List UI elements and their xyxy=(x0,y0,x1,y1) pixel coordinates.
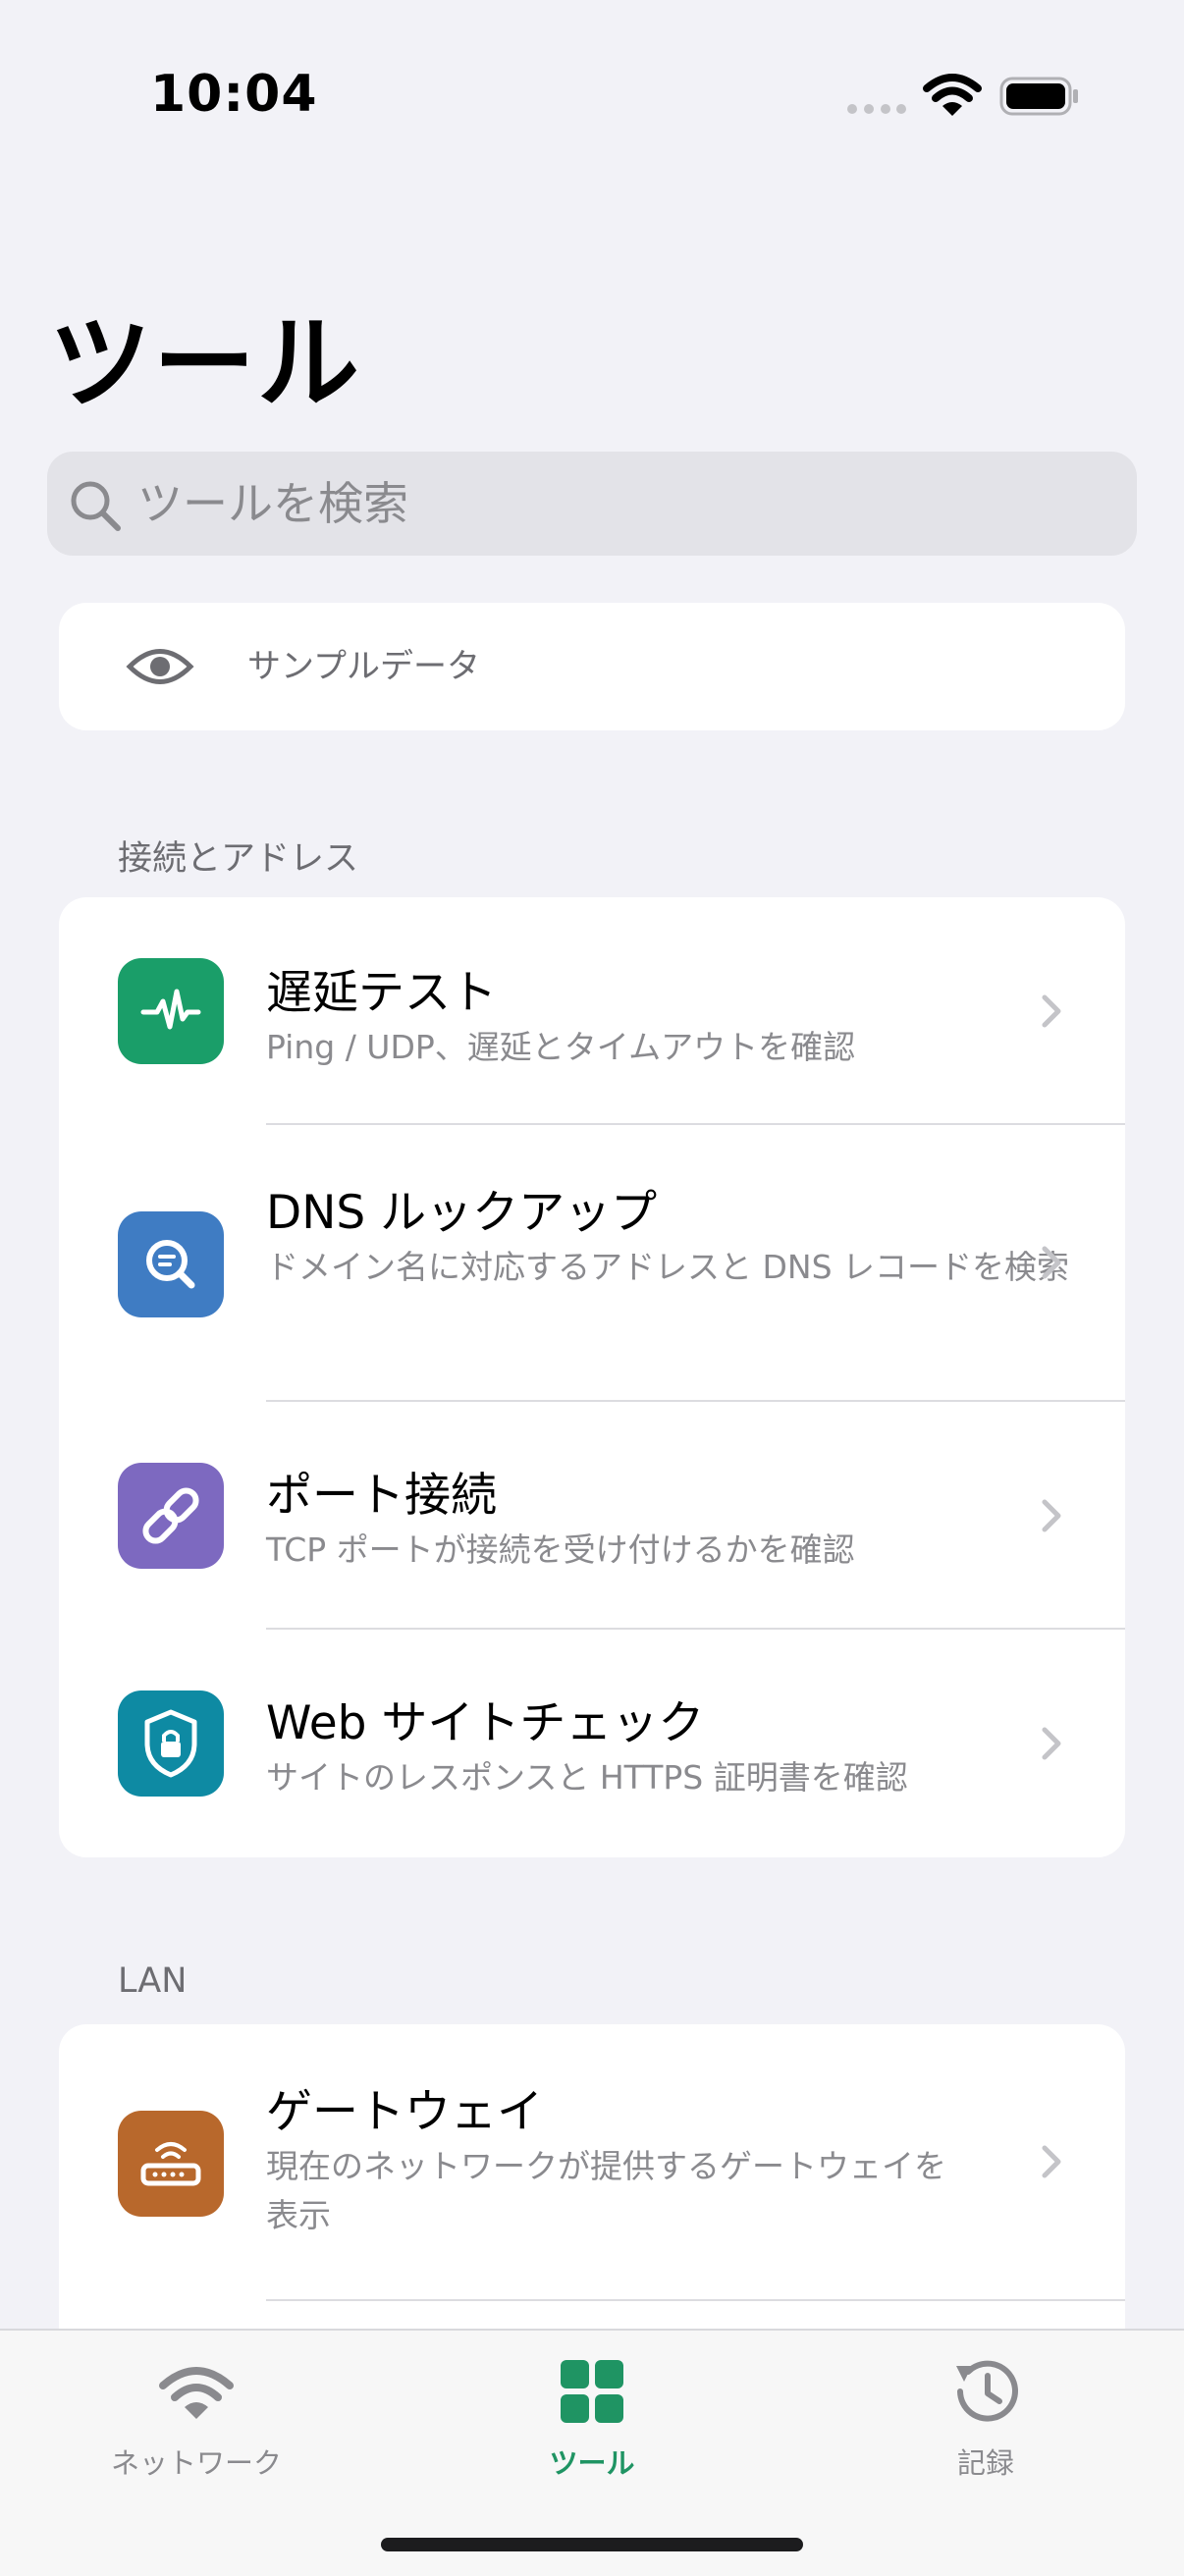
row-subtitle: TCP ポートが接続を受け付けるかを確認 xyxy=(266,1530,855,1569)
status-bar: 10:04 xyxy=(0,0,1184,196)
sample-data-card[interactable]: サンプルデータ xyxy=(59,603,1125,730)
section-header-connection: 接続とアドレス xyxy=(118,839,359,879)
row-title: ゲートウェイ xyxy=(266,2085,543,2139)
row-website-check[interactable]: Web サイトチェック サイトのレスポンスと HTTPS 証明書を確認 xyxy=(59,1630,1125,1857)
row-subtitle: ドメイン名に対応するアドレスと DNS レコードを検索 xyxy=(266,1248,1070,1286)
tab-label: 記録 xyxy=(956,2446,1014,2480)
row-title: DNS ルックアップ xyxy=(266,1186,658,1240)
row-latency-test[interactable]: 遅延テスト Ping / UDP、遅延とタイムアウトを確認 xyxy=(59,897,1125,1124)
row-subtitle: サイトのレスポンスと HTTPS 証明書を確認 xyxy=(266,1758,908,1797)
waveform-icon xyxy=(118,958,224,1064)
link-icon xyxy=(118,1463,224,1569)
shield-lock-icon xyxy=(118,1690,224,1797)
row-title: Web サイトチェック xyxy=(266,1696,705,1750)
history-icon xyxy=(956,2360,1018,2422)
chevron-right-icon xyxy=(1042,994,1061,1028)
row-title: 遅延テスト xyxy=(266,966,497,1020)
section-header-lan: LAN xyxy=(118,1961,188,2001)
page-title: ツール xyxy=(49,303,362,423)
search-icon xyxy=(71,481,121,531)
status-time: 10:04 xyxy=(150,65,318,124)
tab-tools[interactable]: ツール xyxy=(474,2331,710,2488)
tab-label: ツール xyxy=(549,2446,635,2480)
chevron-right-icon xyxy=(1042,1246,1061,1279)
router-icon xyxy=(118,2111,224,2217)
eye-icon xyxy=(126,649,194,684)
magnifier-doc-icon xyxy=(118,1211,224,1317)
row-subtitle: Ping / UDP、遅延とタイムアウトを確認 xyxy=(266,1028,856,1066)
search-input[interactable] xyxy=(137,452,1119,556)
chevron-right-icon xyxy=(1042,1499,1061,1532)
cellular-dots-icon xyxy=(847,104,906,114)
sample-data-label: サンプルデータ xyxy=(247,647,480,686)
row-dns-lookup[interactable]: DNS ルックアップ ドメイン名に対応するアドレスと DNS レコードを検索 xyxy=(59,1125,1125,1400)
battery-icon xyxy=(999,77,1078,116)
chevron-right-icon xyxy=(1042,2145,1061,2178)
connection-tools-card: 遅延テスト Ping / UDP、遅延とタイムアウトを確認 DNS ルックアップ… xyxy=(59,897,1125,1857)
home-indicator xyxy=(381,2538,803,2551)
wifi-icon xyxy=(159,2367,234,2419)
tab-history[interactable]: 記録 xyxy=(868,2331,1103,2488)
search-bar[interactable] xyxy=(47,452,1137,556)
wifi-status-icon xyxy=(923,74,982,116)
row-subtitle: 現在のネットワークが提供するゲートウェイを表示 xyxy=(266,2147,946,2234)
grid-icon xyxy=(561,2360,623,2423)
row-gateway[interactable]: ゲートウェイ 現在のネットワークが提供するゲートウェイを表示 xyxy=(59,2024,1125,2299)
row-port-connection[interactable]: ポート接続 TCP ポートが接続を受け付けるかを確認 xyxy=(59,1402,1125,1628)
row-title: ポート接続 xyxy=(266,1469,497,1523)
tab-label: ネットワーク xyxy=(110,2446,282,2480)
chevron-right-icon xyxy=(1042,1727,1061,1760)
divider xyxy=(266,2299,1125,2301)
tab-network[interactable]: ネットワーク xyxy=(79,2331,314,2488)
